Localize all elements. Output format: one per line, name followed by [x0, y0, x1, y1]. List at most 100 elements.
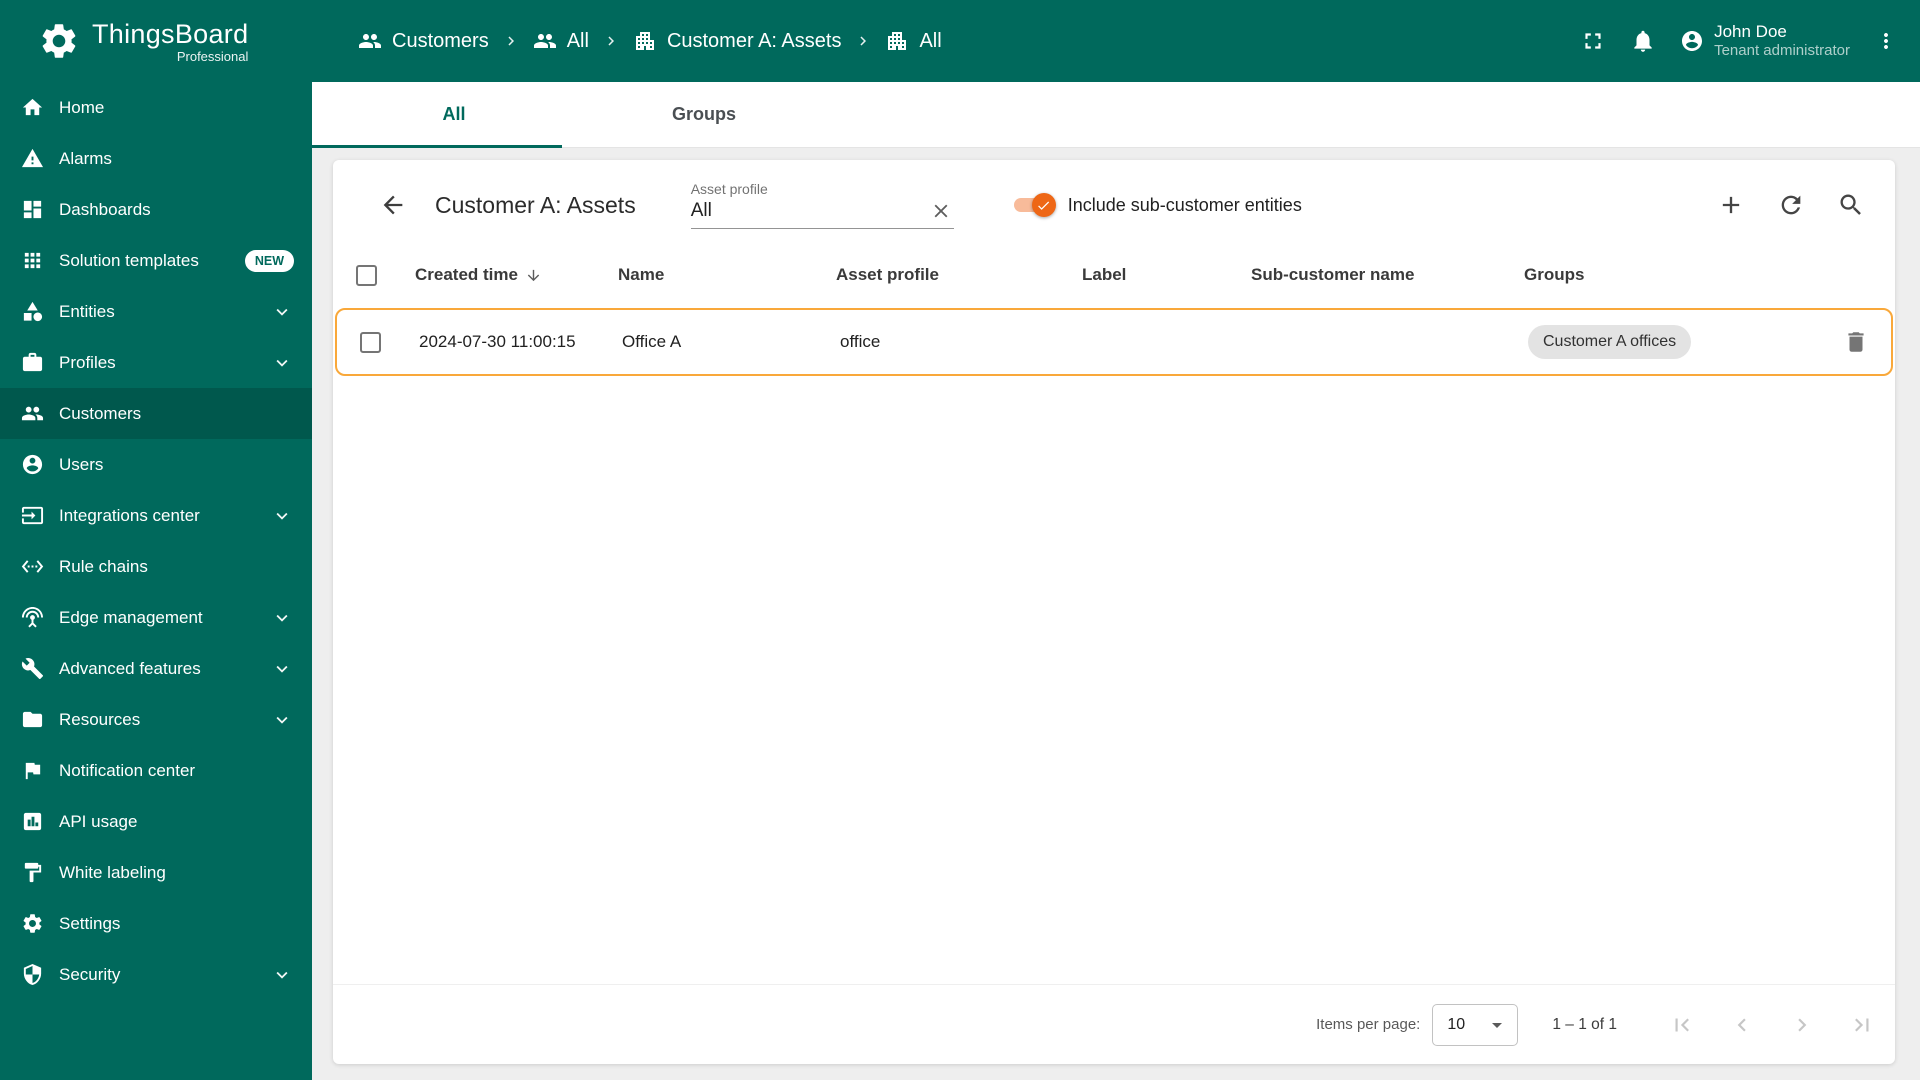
breadcrumb-all-customers[interactable]: All	[533, 29, 589, 53]
items-per-page-select[interactable]: 10	[1432, 1003, 1519, 1046]
chevron-down-icon	[270, 352, 294, 374]
user-menu[interactable]: John Doe Tenant administrator	[1680, 20, 1850, 62]
people-icon	[533, 29, 557, 53]
sort-desc-icon	[525, 267, 542, 284]
folder-icon	[20, 708, 44, 731]
sidebar-item-customers[interactable]: Customers	[0, 388, 312, 439]
brand-name: ThingsBoard	[92, 18, 249, 49]
last-page-icon[interactable]	[1849, 1012, 1875, 1038]
notifications-bell-icon[interactable]	[1630, 28, 1656, 54]
rule-chains-icon	[20, 555, 44, 578]
column-name[interactable]: Name	[602, 265, 820, 285]
group-chip[interactable]: Customer A offices	[1528, 325, 1692, 359]
more-vert-icon[interactable]	[1874, 29, 1898, 53]
paginator: Items per page: 10 1 – 1 of 1	[333, 984, 1895, 1064]
sidebar-item-notification-center[interactable]: Notification center	[0, 745, 312, 796]
app-root: ThingsBoard Professional Home Alarms Das…	[0, 0, 1920, 1080]
user-name: John Doe	[1714, 22, 1787, 41]
page-title: Customer A: Assets	[435, 191, 636, 218]
sidebar-item-resources[interactable]: Resources	[0, 694, 312, 745]
asset-profile-filter[interactable]: Asset profile All	[690, 181, 954, 229]
first-page-icon[interactable]	[1669, 1012, 1695, 1038]
breadcrumb-separator-icon	[602, 32, 620, 50]
column-sub-customer-name[interactable]: Sub-customer name	[1235, 265, 1508, 285]
sidebar-item-users[interactable]: Users	[0, 439, 312, 490]
main-area: Customers All Customer A: Assets All Joh…	[312, 0, 1920, 1080]
dropdown-arrow-icon	[1485, 1013, 1509, 1037]
dashboards-icon	[20, 198, 44, 221]
column-label[interactable]: Label	[1066, 265, 1235, 285]
chevron-down-icon	[270, 964, 294, 986]
sidebar-item-profiles[interactable]: Profiles	[0, 337, 312, 388]
apartment-icon	[633, 29, 657, 53]
solution-templates-icon	[20, 249, 44, 272]
sidebar-item-alarms[interactable]: Alarms	[0, 133, 312, 184]
card-toolbar: Customer A: Assets Asset profile All Inc…	[333, 160, 1895, 242]
sidebar-item-settings[interactable]: Settings	[0, 898, 312, 949]
brand-logo[interactable]: ThingsBoard Professional	[0, 0, 312, 82]
apartment-icon	[408, 104, 432, 126]
row-created-time: 2024-07-30 11:00:15	[419, 332, 576, 351]
tab-all[interactable]: All	[312, 82, 562, 148]
asset-profile-filter-value: All	[690, 200, 712, 221]
gear-icon	[20, 912, 44, 935]
breadcrumb-customer-a-assets[interactable]: Customer A: Assets	[633, 29, 841, 53]
breadcrumb-customers[interactable]: Customers	[358, 29, 489, 53]
sidebar-item-integrations-center[interactable]: Integrations center	[0, 490, 312, 541]
people-icon	[358, 29, 382, 53]
sidebar-item-security[interactable]: Security	[0, 949, 312, 1000]
sidebar-item-entities[interactable]: Entities	[0, 286, 312, 337]
flag-icon	[20, 759, 44, 782]
advanced-features-icon	[20, 657, 44, 680]
column-asset-profile[interactable]: Asset profile	[820, 265, 1066, 285]
avatar	[1680, 20, 1704, 62]
breadcrumb-all-assets[interactable]: All	[885, 29, 942, 53]
topbar-actions: John Doe Tenant administrator	[1580, 20, 1898, 62]
asset-profile-filter-label: Asset profile	[690, 181, 768, 197]
sidebar-item-white-labeling[interactable]: White labeling	[0, 847, 312, 898]
customers-icon	[20, 402, 44, 425]
breadcrumb-separator-icon	[502, 32, 520, 50]
next-page-icon[interactable]	[1789, 1012, 1815, 1038]
column-created-time[interactable]: Created time	[399, 265, 602, 285]
refresh-icon[interactable]	[1777, 191, 1805, 219]
table-row[interactable]: 2024-07-30 11:00:15 Office A office Cust…	[335, 308, 1893, 376]
sidebar-item-home[interactable]: Home	[0, 82, 312, 133]
sidebar: ThingsBoard Professional Home Alarms Das…	[0, 0, 312, 1080]
warning-icon	[20, 147, 44, 170]
tab-groups[interactable]: Groups	[562, 82, 812, 147]
fullscreen-icon[interactable]	[1580, 28, 1606, 54]
include-sub-customers-label: Include sub-customer entities	[1067, 194, 1302, 215]
new-badge: NEW	[244, 249, 294, 272]
back-button[interactable]	[379, 191, 407, 219]
profiles-icon	[20, 351, 44, 374]
delete-icon[interactable]	[1843, 329, 1869, 355]
column-groups[interactable]: Groups	[1508, 265, 1825, 285]
sidebar-item-rule-chains[interactable]: Rule chains	[0, 541, 312, 592]
toggle-thumb-check-icon	[1031, 193, 1056, 217]
sidebar-item-dashboards[interactable]: Dashboards	[0, 184, 312, 235]
items-per-page-label: Items per page:	[1316, 1016, 1421, 1033]
previous-page-icon[interactable]	[1729, 1012, 1755, 1038]
assets-card: Customer A: Assets Asset profile All Inc…	[333, 160, 1895, 1064]
clear-filter-icon[interactable]	[930, 200, 952, 222]
sidebar-item-api-usage[interactable]: API usage	[0, 796, 312, 847]
search-icon[interactable]	[1837, 191, 1865, 219]
add-icon[interactable]	[1717, 191, 1745, 219]
table-empty-space	[333, 376, 1895, 984]
sidebar-item-solution-templates[interactable]: Solution templates NEW	[0, 235, 312, 286]
pager-controls	[1669, 1012, 1875, 1038]
sidebar-nav: Home Alarms Dashboards Solution template…	[0, 82, 312, 1000]
brand-subtitle: Professional	[176, 48, 249, 64]
chevron-down-icon	[270, 301, 294, 323]
chevron-down-icon	[270, 505, 294, 527]
apartment-icon	[638, 104, 662, 126]
row-checkbox[interactable]	[359, 331, 381, 353]
include-sub-customers-toggle[interactable]	[1012, 193, 1056, 217]
breadcrumb-separator-icon	[854, 32, 872, 50]
content-area: Customer A: Assets Asset profile All Inc…	[312, 148, 1920, 1080]
sidebar-item-advanced-features[interactable]: Advanced features	[0, 643, 312, 694]
select-all-checkbox[interactable]	[355, 264, 377, 286]
sidebar-item-edge-management[interactable]: Edge management	[0, 592, 312, 643]
entities-icon	[20, 300, 44, 323]
